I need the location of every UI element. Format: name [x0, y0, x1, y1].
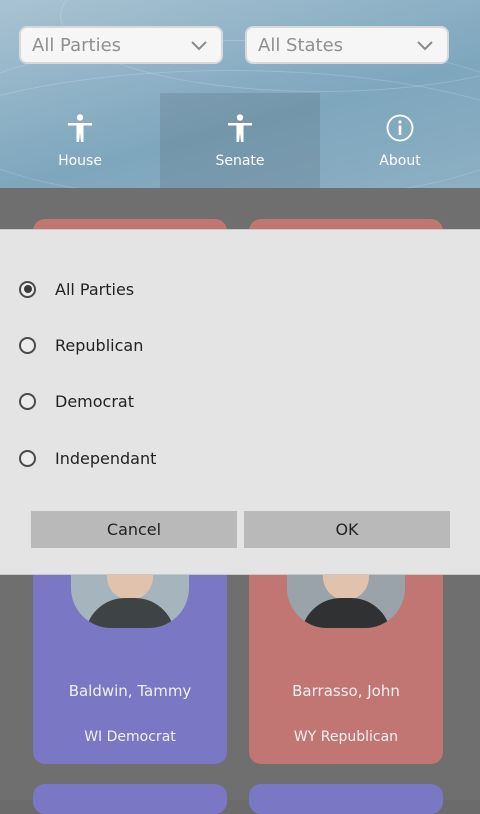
app-header: All Parties All States House Senate Abou… — [0, 0, 480, 188]
senator-state-party: WY Republican — [293, 729, 399, 745]
option-democrat[interactable]: Democrat — [19, 387, 134, 415]
tab-about-label: About — [379, 153, 421, 169]
radio-unchecked-icon[interactable] — [19, 336, 36, 354]
radio-unchecked-icon[interactable] — [19, 449, 36, 467]
party-filter-value: All Parties — [32, 34, 122, 56]
person-icon — [228, 114, 252, 142]
chevron-down-icon — [191, 41, 207, 51]
senator-card-baldwin[interactable]: Baldwin, Tammy WI Democrat — [33, 548, 227, 764]
option-label: Democrat — [55, 391, 134, 411]
senator-name: Baldwin, Tammy — [68, 682, 192, 700]
tab-about[interactable]: About — [320, 93, 480, 188]
tab-house-label: House — [58, 153, 102, 169]
main-tabs: House Senate About — [0, 93, 480, 188]
info-icon — [386, 114, 414, 142]
senator-card-barrasso[interactable]: Barrasso, John WY Republican — [249, 548, 443, 764]
senator-name: Barrasso, John — [292, 682, 400, 700]
senator-card[interactable] — [33, 784, 227, 814]
ok-button[interactable]: OK — [244, 511, 450, 548]
senator-photo-body — [85, 598, 175, 628]
option-independant[interactable]: Independant — [19, 444, 156, 472]
state-filter-value: All States — [258, 34, 344, 56]
senator-photo-body — [301, 598, 391, 628]
senator-state-party: WI Democrat — [84, 729, 176, 745]
option-label: Independant — [55, 448, 157, 468]
option-republican[interactable]: Republican — [19, 331, 143, 359]
option-label: Republican — [55, 335, 144, 355]
option-all-parties[interactable]: All Parties — [19, 275, 134, 303]
tab-senate-label: Senate — [215, 153, 265, 169]
party-filter-dropdown[interactable]: All Parties — [19, 26, 223, 64]
state-filter-dropdown[interactable]: All States — [245, 26, 449, 64]
senator-card[interactable] — [249, 784, 443, 814]
radio-unchecked-icon[interactable] — [19, 392, 36, 410]
tab-house[interactable]: House — [0, 93, 160, 188]
cancel-button[interactable]: Cancel — [31, 511, 237, 548]
party-picker-dialog: All Parties Republican Democrat Independ… — [0, 229, 480, 575]
chevron-down-icon — [417, 41, 433, 51]
radio-checked-icon[interactable] — [19, 280, 36, 298]
tab-senate[interactable]: Senate — [160, 93, 320, 188]
option-label: All Parties — [55, 279, 135, 299]
person-icon — [68, 114, 92, 142]
